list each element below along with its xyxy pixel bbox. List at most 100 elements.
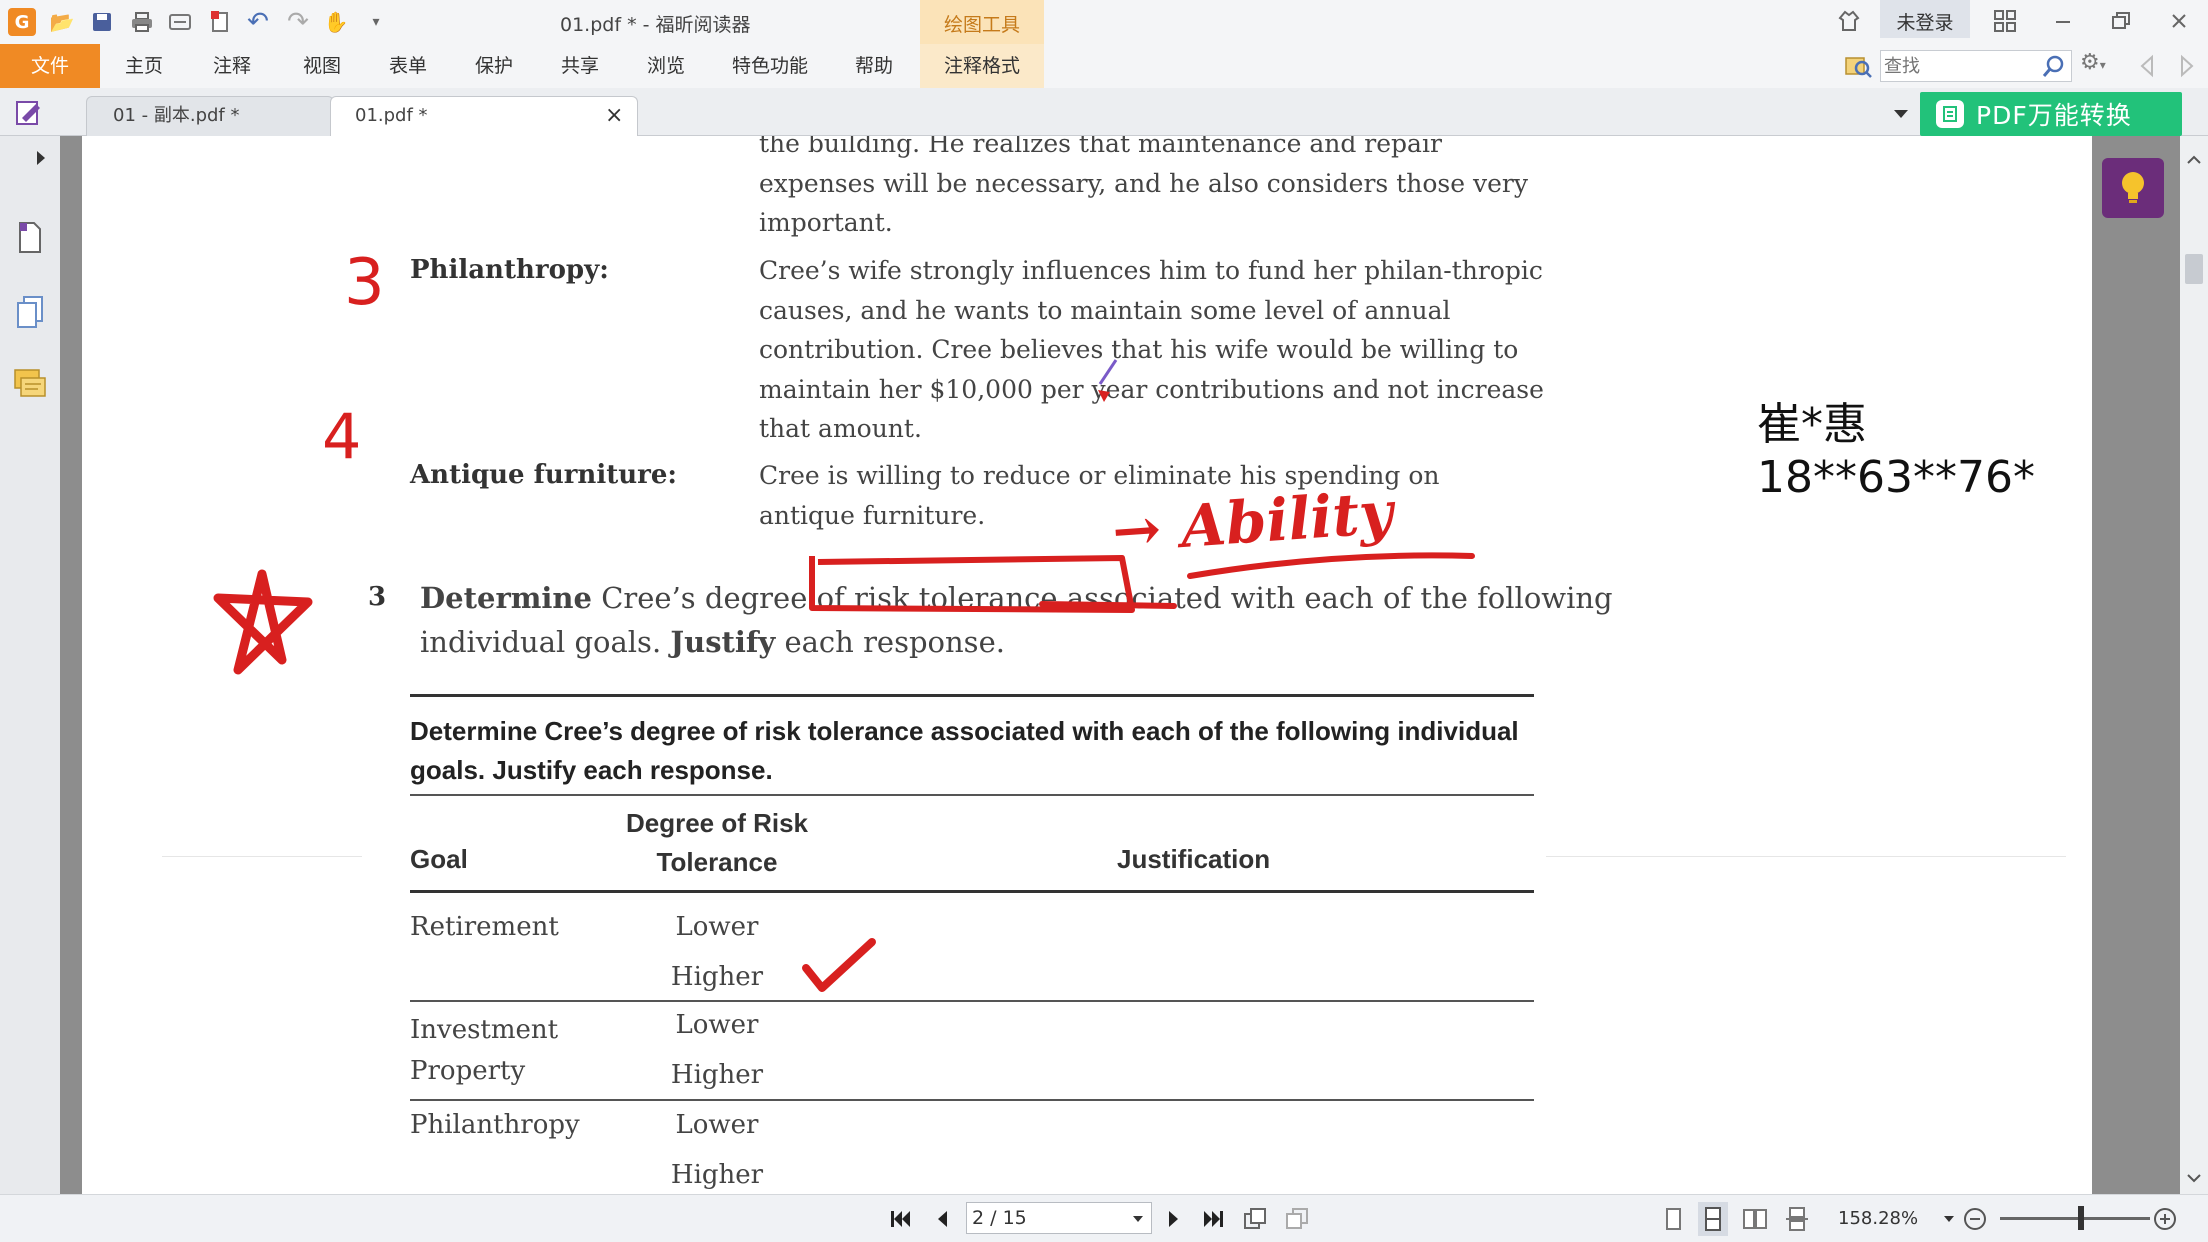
vertical-scrollbar[interactable] [2180, 136, 2208, 1194]
ability-underline [1187, 552, 1475, 579]
handwritten-star-icon[interactable] [212, 568, 322, 678]
menu-comment[interactable]: 注释 [206, 44, 258, 88]
tab-close-icon[interactable]: × [605, 97, 623, 135]
zoom-out-icon[interactable] [1962, 1206, 1988, 1232]
zoom-level[interactable]: 158.28% [1838, 1208, 1918, 1229]
tips-bulb-button[interactable] [2102, 158, 2164, 218]
nav-forward-icon[interactable] [2176, 54, 2198, 78]
search-input[interactable] [1884, 54, 2036, 78]
expand-panel-icon[interactable] [32, 148, 50, 168]
row-investment-goal: Investment Property [410, 1015, 559, 1086]
undo-icon[interactable]: ↶ [244, 7, 272, 37]
drawing-tools-label: 绘图工具 [943, 14, 1020, 36]
convert-doc-icon [1936, 100, 1964, 128]
previous-view-icon[interactable] [1242, 1206, 1268, 1232]
hand-tool-icon[interactable]: ✋ [322, 8, 350, 36]
lightbulb-icon [2122, 172, 2144, 203]
menu-home[interactable]: 主页 [118, 44, 170, 88]
question-verb-justify: Justify [670, 625, 776, 659]
zoom-dropdown-icon[interactable] [1942, 1210, 1956, 1226]
watermark-text: 崔*惠 18**63**76* [1757, 399, 2035, 503]
last-page-icon[interactable] [1200, 1206, 1226, 1232]
open-folder-icon[interactable]: 📂 [48, 8, 76, 36]
first-page-icon[interactable] [888, 1206, 914, 1232]
page-number-input[interactable] [972, 1206, 1122, 1230]
print-icon[interactable] [128, 8, 156, 36]
nav-back-icon[interactable] [2136, 54, 2158, 78]
pdf-convert-button[interactable]: PDF万能转换 [1920, 92, 2182, 136]
row-retirement-goal: Retirement [410, 912, 559, 942]
handwritten-number-3[interactable]: 3 [344, 246, 385, 320]
app-logo-icon[interactable]: G [8, 8, 36, 36]
box-heading-rule [410, 794, 1534, 796]
file-menu-label: 文件 [30, 55, 69, 77]
checkmark-icon[interactable] [800, 936, 880, 996]
scroll-down-icon[interactable] [2184, 1170, 2204, 1186]
pages-panel-icon[interactable] [14, 220, 46, 256]
page-seam-line [162, 856, 362, 857]
menu-browse[interactable]: 浏览 [640, 44, 692, 88]
save-icon[interactable] [88, 8, 116, 36]
minimize-icon[interactable] [2050, 8, 2076, 34]
skin-icon[interactable] [1836, 8, 1862, 34]
document-tab-bar: 01 - 副本.pdf * 01.pdf * × PDF万能转换 [0, 88, 2208, 136]
comments-panel-icon[interactable] [12, 366, 48, 402]
zoom-slider-thumb[interactable] [2078, 1206, 2084, 1230]
row-rule [410, 1099, 1534, 1101]
facing-view-icon[interactable] [1742, 1206, 1768, 1232]
new-document-icon[interactable] [206, 8, 234, 36]
next-view-icon[interactable] [1284, 1206, 1310, 1232]
menu-help[interactable]: 帮助 [848, 44, 900, 88]
redo-icon[interactable]: ↷ [284, 7, 312, 37]
row-philanthropy-goal: Philanthropy [410, 1110, 580, 1140]
tab-01[interactable]: 01.pdf * × [330, 96, 638, 136]
menu-form[interactable]: 表单 [382, 44, 434, 88]
menu-features[interactable]: 特色功能 [726, 44, 814, 88]
menu-protect[interactable]: 保护 [468, 44, 520, 88]
scroll-thumb[interactable] [2185, 254, 2203, 284]
continuous-view-icon[interactable] [1700, 1206, 1726, 1232]
question-verb-determine: Determine [420, 581, 592, 615]
menu-bar: 文件 主页 注释 视图 表单 保护 共享 浏览 特色功能 帮助 注释格式 ⚙▾ [0, 44, 2208, 88]
continued-paragraph: the building. He realizes that maintenan… [759, 136, 1528, 237]
menu-annotation-format[interactable]: 注释格式 [920, 44, 1044, 88]
antique-furniture-label: Antique furniture: [410, 460, 677, 490]
box-top-rule [410, 694, 1534, 697]
question-number: 3 [368, 582, 387, 612]
handwritten-number-4[interactable]: 4 [322, 400, 361, 473]
apps-grid-icon[interactable] [1992, 8, 2018, 34]
page-margin-right [2092, 136, 2180, 1194]
customize-toolbar-icon[interactable]: ▾ [362, 8, 390, 36]
page-seam-line [1546, 856, 2066, 857]
tab-list-dropdown-icon[interactable] [1890, 102, 1912, 124]
layers-panel-icon[interactable] [14, 294, 46, 330]
box-heading: Determine Cree’s degree of risk toleranc… [410, 716, 1519, 785]
pen-mark [1098, 359, 1118, 402]
restore-icon[interactable] [2108, 8, 2134, 34]
page-dropdown-icon[interactable] [1130, 1210, 1146, 1226]
menu-share[interactable]: 共享 [554, 44, 606, 88]
page-margin-left [60, 136, 82, 1194]
single-page-view-icon[interactable] [1660, 1206, 1686, 1232]
tab-01-copy[interactable]: 01 - 副本.pdf * [86, 96, 334, 136]
row-retirement-lower: Lower [675, 912, 759, 942]
row-investment-higher: Higher [670, 1060, 764, 1090]
search-icon[interactable] [2042, 54, 2066, 78]
find-tool-icon[interactable] [1844, 52, 1872, 80]
scroll-up-icon[interactable] [2184, 152, 2204, 168]
menu-view[interactable]: 视图 [296, 44, 348, 88]
col-header-goal: Goal [410, 844, 468, 874]
scan-icon[interactable] [166, 8, 194, 36]
next-page-icon[interactable] [1160, 1206, 1186, 1232]
convert-label: PDF万能转换 [1976, 101, 2132, 130]
zoom-slider-track[interactable] [2000, 1217, 2150, 1220]
close-window-icon[interactable] [2166, 8, 2192, 34]
annotation-panel-icon[interactable] [14, 98, 44, 128]
zoom-in-icon[interactable] [2152, 1206, 2178, 1232]
philanthropy-text: Cree’s wife strongly influences him to f… [759, 256, 1544, 443]
split-view-icon[interactable] [1784, 1206, 1810, 1232]
previous-page-icon[interactable] [930, 1206, 956, 1232]
table-header-rule [410, 890, 1534, 893]
row-rule [410, 1000, 1534, 1002]
settings-gear-icon[interactable]: ⚙▾ [2080, 50, 2116, 82]
